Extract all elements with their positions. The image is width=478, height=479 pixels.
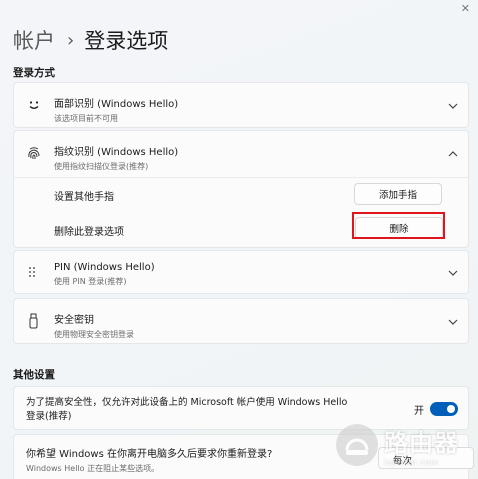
keypad-icon bbox=[29, 267, 35, 277]
pin-subtitle: 使用 PIN 登录(推荐) bbox=[54, 277, 127, 286]
remove-option-label: 删除此登录选项 bbox=[54, 227, 124, 238]
face-recognition-row[interactable]: 面部识别 (Windows Hello) 该选项目前不可用 bbox=[13, 82, 469, 128]
add-finger-button[interactable]: 添加手指 bbox=[354, 183, 442, 205]
face-title: 面部识别 (Windows Hello) bbox=[54, 99, 179, 110]
watermark-text: 路由器 bbox=[384, 429, 459, 457]
breadcrumb-separator: › bbox=[67, 29, 75, 51]
away-title: 你希望 Windows 在你离开电脑多久后要求你重新登录? bbox=[26, 449, 273, 460]
router-logo-icon bbox=[336, 424, 378, 466]
away-subtitle: Windows Hello 正在阻止某些选项。 bbox=[26, 464, 160, 473]
security-key-row[interactable]: 安全密钥 使用物理安全密钥登录 bbox=[13, 298, 469, 344]
hello-only-text: 为了提高安全性，仅允许对此设备上的 Microsoft 帐户使用 Windows… bbox=[26, 396, 347, 424]
section-sign-in-methods: 登录方式 bbox=[13, 67, 55, 79]
watermark: 路由器 luyouqi.com bbox=[336, 413, 478, 477]
hello-only-text-line1: 为了提高安全性，仅允许对此设备上的 Microsoft 帐户使用 Windows… bbox=[26, 397, 348, 408]
fingerprint-card: 指纹识别 (Windows Hello) 使用指纹扫描仪登录(推荐) 设置其他手… bbox=[13, 130, 469, 248]
fingerprint-title: 指纹识别 (Windows Hello) bbox=[54, 147, 179, 158]
page-title: 登录选项 bbox=[84, 29, 169, 53]
chevron-down-icon bbox=[448, 103, 458, 109]
fingerprint-subtitle: 使用指纹扫描仪登录(推荐) bbox=[54, 162, 149, 171]
pin-title: PIN (Windows Hello) bbox=[54, 262, 155, 273]
breadcrumb-parent[interactable]: 帐户 bbox=[13, 25, 55, 55]
security-key-title: 安全密钥 bbox=[54, 315, 94, 326]
security-key-subtitle: 使用物理安全密钥登录 bbox=[54, 330, 134, 339]
smiley-icon bbox=[29, 101, 39, 109]
pin-row[interactable]: PIN (Windows Hello) 使用 PIN 登录(推荐) bbox=[13, 250, 469, 294]
section-other-settings: 其他设置 bbox=[13, 369, 55, 381]
hello-only-text-line2: 登录(推荐) bbox=[26, 411, 72, 422]
watermark-url: luyouqi.com bbox=[384, 458, 439, 467]
fingerprint-icon bbox=[28, 147, 40, 160]
chevron-down-icon bbox=[448, 270, 458, 276]
chevron-up-icon bbox=[448, 151, 458, 157]
chevron-down-icon bbox=[448, 319, 458, 325]
face-subtitle: 该选项目前不可用 bbox=[54, 114, 118, 123]
close-window-icon[interactable]: ✕ bbox=[461, 2, 470, 15]
usb-key-icon bbox=[29, 313, 38, 329]
fingerprint-options: 设置其他手指 添加手指 删除此登录选项 删除 bbox=[14, 178, 468, 248]
fingerprint-header[interactable]: 指纹识别 (Windows Hello) 使用指纹扫描仪登录(推荐) bbox=[14, 131, 468, 177]
add-finger-label: 设置其他手指 bbox=[54, 192, 114, 203]
highlight-box bbox=[352, 212, 445, 239]
breadcrumb: 帐户 › 登录选项 bbox=[13, 26, 168, 54]
